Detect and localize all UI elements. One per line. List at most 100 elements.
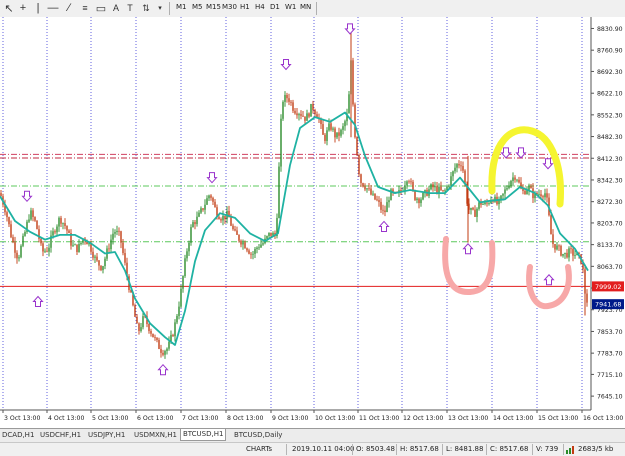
tab-usdmxn[interactable]: USDMXN,H1 [132,430,179,441]
timeframe-h4[interactable]: H4 [255,3,265,11]
arrows-icon[interactable]: ⇅ [139,1,153,15]
status-separator [352,444,353,455]
candle-body [56,226,58,233]
candle-body [48,247,50,252]
candle-body [444,190,446,192]
candle-body [344,121,346,127]
status-separator [442,444,443,455]
candle-body [6,212,8,218]
timeframe-m30[interactable]: M30 [222,3,237,11]
tab-btcusd-daily[interactable]: BTCUSD,Daily [232,430,284,441]
status-traffic: 2683/5 kb [578,445,614,453]
price-tick-label: 8133.70 [597,242,623,249]
chart-tabs: DCAD,H1 USDCHF,H1 USDJPY,H1 USDMXN,H1 BT… [0,428,625,442]
status-open: O: 8503.48 [356,445,395,453]
candle-body [138,323,140,331]
timeframe-m5[interactable]: M5 [192,3,203,11]
candle-body [234,229,236,231]
candle-body [300,114,302,116]
candle-body [330,123,332,130]
candle-body [568,248,570,258]
candle-body [482,204,484,205]
candle-body [218,217,220,220]
status-separator [396,444,397,455]
candle-body [58,217,60,227]
candle-body [284,94,286,102]
candle-body [240,240,242,245]
timeframe-mn[interactable]: MN [300,3,311,11]
timeframe-w1[interactable]: W1 [285,3,296,11]
timeframe-h1[interactable]: H1 [240,3,250,11]
candle-body [212,197,214,202]
candle-body [386,202,388,213]
tab-usdchf[interactable]: USDCHF,H1 [38,430,83,441]
candle-body [112,233,114,240]
candle-body [354,104,356,138]
tab-usdjpy[interactable]: USDJPY,H1 [86,430,127,441]
candle-body [462,166,464,171]
candle-body [210,195,212,198]
candle-body [516,179,518,181]
horizontal-line-icon[interactable]: — [47,1,59,15]
price-tick-label: 8063.70 [597,264,623,271]
vertical-line-icon[interactable]: | [33,1,43,15]
candle-body [104,258,106,267]
candle-body [382,209,384,211]
candle-body [358,155,360,175]
candle-body [178,306,180,316]
text-icon[interactable]: A [111,1,121,15]
candle-body [538,194,540,196]
candle-body [384,210,386,213]
candle-body [380,201,382,210]
price-tick-label: 8342.30 [597,177,623,184]
tab-dcad[interactable]: DCAD,H1 [0,430,36,441]
candle-body [116,230,118,233]
candle-body [248,250,250,254]
channel-icon[interactable]: ≡ [79,1,91,15]
status-close: C: 8517.68 [490,445,529,453]
candle-body [322,124,324,135]
candle-body [546,193,548,198]
candle-body [100,265,102,271]
cursor-icon[interactable]: ↖ [3,1,15,15]
price-label-text: 7941.68 [595,301,621,309]
candle-body [454,167,456,172]
tab-btcusd-h1[interactable]: BTCUSD,H1 [180,429,227,441]
candle-body [114,232,116,234]
candle-body [96,256,98,261]
candle-body [282,101,284,119]
time-tick-label: 5 Oct 13:00 [92,415,128,422]
trendline-icon[interactable]: ∕ [63,1,75,15]
candle-body [30,210,32,220]
candle-body [586,293,588,303]
candle-body [200,208,202,213]
candle-body [198,212,200,217]
chart-background [0,17,625,427]
candle-body [188,242,190,252]
candle-body [514,177,516,180]
status-low: L: 8481.88 [446,445,484,453]
candle-body [224,215,226,220]
candle-body [124,253,126,263]
candle-body [28,219,30,222]
candle-body [64,223,66,227]
chevron-down-icon[interactable]: ▾ [155,1,165,15]
price-tick-label: 7783.70 [597,351,623,358]
price-tick-label: 7715.10 [597,372,623,379]
candle-body [162,352,164,355]
candle-body [434,186,436,188]
candle-body [68,230,70,234]
candle-body [362,183,364,187]
candle-body [140,327,142,331]
timeframe-d1[interactable]: D1 [270,3,280,11]
crosshair-icon[interactable]: + [17,1,29,15]
label-icon[interactable]: T [124,1,136,15]
timeframe-m1[interactable]: M1 [176,3,187,11]
candle-body [204,204,206,210]
timeframe-m15[interactable]: M15 [206,3,221,11]
candle-body [438,186,440,193]
time-tick-label: 7 Oct 13:00 [182,415,218,422]
price-chart[interactable]: 8830.90 8760.90 8692.30 8622.10 8552.30 8482.… [0,17,625,427]
rectangle-icon[interactable]: ▭ [95,1,107,15]
candle-body [44,250,46,252]
